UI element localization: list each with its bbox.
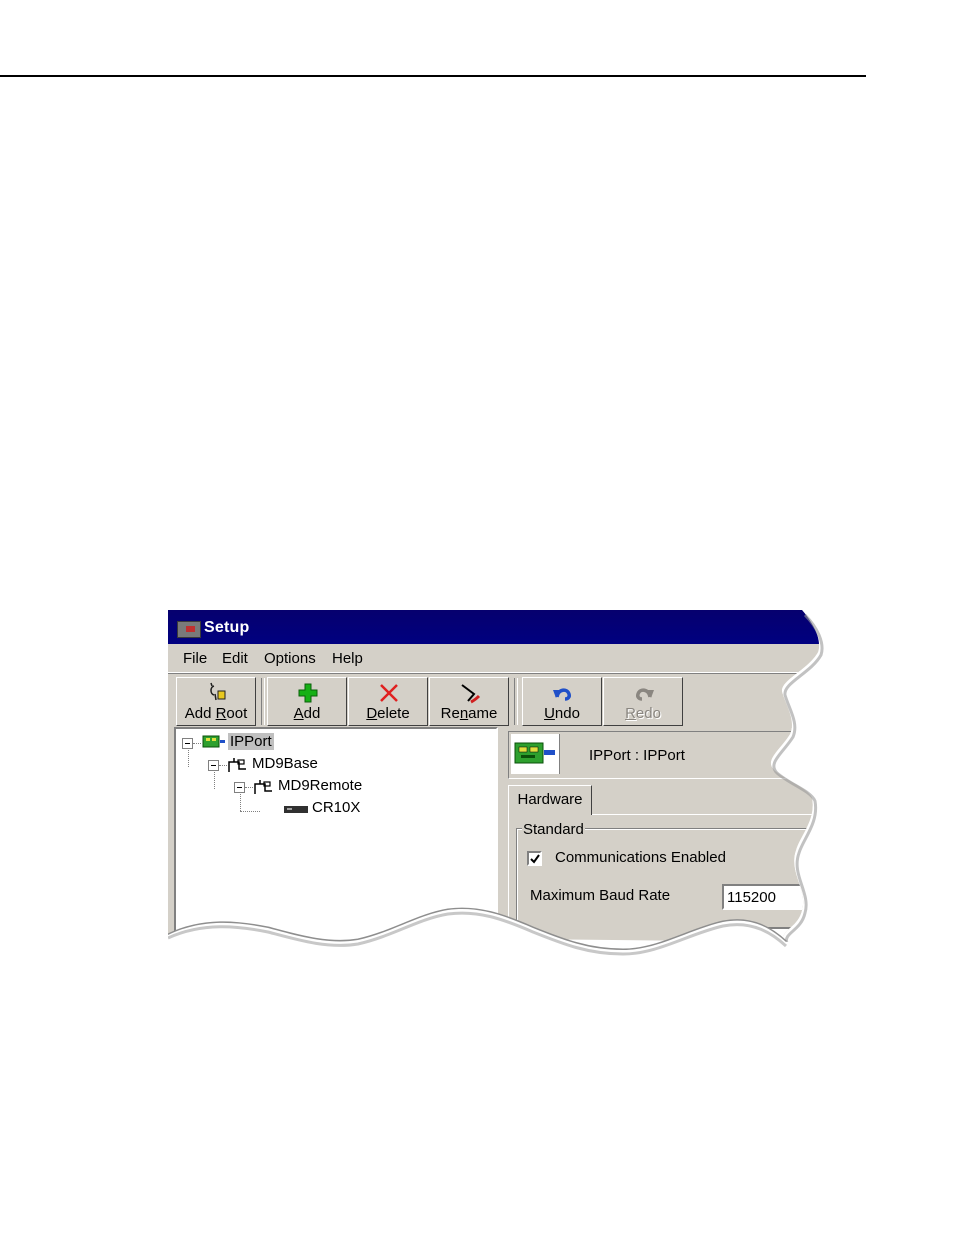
details-header: IPPort : IPPort bbox=[508, 731, 838, 779]
tree-line bbox=[193, 743, 201, 744]
menu-help[interactable]: Help bbox=[332, 650, 363, 667]
undo-label: Undo bbox=[544, 705, 580, 722]
accelerator-letter: D bbox=[366, 705, 378, 722]
title-bar[interactable]: Setup bbox=[168, 610, 848, 644]
rename-pen-icon bbox=[459, 682, 481, 704]
redo-arrow-icon bbox=[633, 682, 655, 704]
menu-bar: File Edit Options Help bbox=[168, 644, 848, 673]
tree-item-md9remote[interactable]: MD9Remote bbox=[234, 777, 384, 797]
tree-label: MD9Remote bbox=[278, 777, 363, 794]
delete-label: Delete bbox=[366, 705, 410, 722]
add-root-label: Add Root bbox=[184, 705, 248, 722]
setup-screenshot: Setup File Edit Options Help Add Root Ad… bbox=[168, 610, 848, 970]
menu-file[interactable]: File bbox=[183, 650, 207, 667]
header-icon-frame bbox=[511, 734, 560, 774]
collapse-icon[interactable] bbox=[208, 760, 219, 771]
tree-item-cr10x[interactable]: CR10X bbox=[260, 799, 400, 819]
window-title: Setup bbox=[204, 619, 250, 636]
redo-label: Redo bbox=[625, 705, 661, 722]
add-root-button[interactable]: Add Root bbox=[176, 677, 256, 726]
menu-edit[interactable]: Edit bbox=[222, 650, 248, 667]
green-plus-icon bbox=[297, 682, 319, 704]
add-label: Add bbox=[293, 705, 321, 722]
menu-options[interactable]: Options bbox=[264, 650, 316, 667]
checkmark-icon bbox=[530, 854, 540, 864]
standard-group-label: Standard bbox=[523, 821, 584, 838]
communications-enabled-label: Communications Enabled bbox=[555, 849, 726, 866]
accelerator-letter: R bbox=[625, 705, 636, 722]
details-header-title: IPPort : IPPort bbox=[589, 747, 685, 764]
rename-label: Rename bbox=[440, 705, 498, 722]
page-rule bbox=[0, 75, 866, 77]
accelerator-letter: n bbox=[459, 705, 469, 722]
add-button[interactable]: Add bbox=[267, 677, 347, 726]
accelerator-letter: U bbox=[544, 705, 555, 722]
collapse-icon[interactable] bbox=[234, 782, 245, 793]
rename-button[interactable]: Rename bbox=[429, 677, 509, 726]
max-baud-rate-field[interactable]: 115200 bbox=[722, 884, 842, 910]
undo-button[interactable]: Undo bbox=[522, 677, 602, 726]
md9-device-icon bbox=[226, 757, 248, 773]
tree-label: CR10X bbox=[312, 799, 361, 816]
ip-port-icon bbox=[202, 734, 226, 750]
redo-button[interactable]: Redo bbox=[603, 677, 683, 726]
red-x-icon bbox=[378, 682, 400, 704]
delete-button[interactable]: Delete bbox=[348, 677, 428, 726]
app-icon bbox=[177, 621, 201, 638]
ip-address-field[interactable]: :6781 bbox=[722, 927, 842, 953]
device-tree: IPPort MD9Base MD9Remote CR10X bbox=[174, 727, 498, 962]
tab-hardware[interactable]: Hardware bbox=[508, 785, 592, 815]
tree-item-md9base[interactable]: MD9Base bbox=[208, 755, 348, 775]
datalogger-icon bbox=[284, 805, 308, 814]
md9-device-icon bbox=[252, 779, 274, 795]
accelerator-letter: A bbox=[293, 705, 304, 722]
tree-label: IPPort bbox=[230, 733, 272, 750]
tree-item-ipport[interactable]: IPPort bbox=[182, 733, 302, 753]
communications-enabled-checkbox[interactable] bbox=[527, 851, 542, 866]
undo-arrow-icon bbox=[552, 682, 574, 704]
tree-label: MD9Base bbox=[252, 755, 318, 772]
max-baud-rate-label: Maximum Baud Rate bbox=[530, 887, 671, 904]
collapse-icon[interactable] bbox=[182, 738, 193, 749]
setup-window: Setup File Edit Options Help Add Root Ad… bbox=[168, 610, 848, 962]
add-root-icon bbox=[206, 682, 228, 704]
ip-port-icon bbox=[513, 740, 557, 768]
tree-line bbox=[240, 811, 260, 812]
accelerator-letter: R bbox=[215, 705, 227, 722]
tab-hardware-label: Hardware bbox=[517, 791, 583, 808]
toolbar-separator bbox=[261, 678, 265, 725]
toolbar-separator bbox=[514, 678, 518, 725]
toolbar: Add Root Add Delete Rename Undo Redo bbox=[168, 673, 848, 728]
details-pane: IPPort : IPPort Hardware Standard Commun… bbox=[504, 727, 848, 962]
